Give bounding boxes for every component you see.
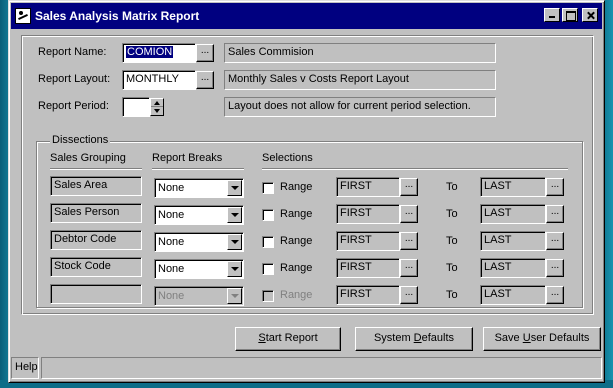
range-to-field-5[interactable]: LAST — [480, 285, 546, 305]
to-label-3: To — [446, 235, 458, 247]
grouping-field-4: Stock Code — [50, 257, 142, 277]
range-label-3: Range — [280, 235, 313, 247]
range-to-field-1[interactable]: LAST — [480, 177, 546, 197]
report-period-label: Report Period: — [38, 100, 109, 112]
selections-header: Selections — [262, 152, 313, 164]
to-label-2: To — [446, 208, 458, 220]
to-label-5: To — [446, 289, 458, 301]
report-break-select-3[interactable]: None — [154, 232, 244, 252]
range-to-field-3[interactable]: LAST — [480, 231, 546, 251]
title-bar[interactable]: Sales Analysis Matrix Report — [11, 3, 602, 29]
range-from-lookup-4[interactable]: ... — [400, 259, 418, 277]
start-report-hotkey: S — [258, 332, 266, 344]
report-break-value-3: None — [158, 236, 185, 248]
report-break-value-5: None — [158, 290, 185, 302]
report-break-select-2[interactable]: None — [154, 205, 244, 225]
report-break-value-2: None — [158, 209, 185, 221]
report-break-value-1: None — [158, 182, 185, 194]
report-period-input[interactable] — [122, 97, 150, 117]
report-break-select-5: None — [154, 286, 244, 306]
chevron-down-icon[interactable] — [227, 180, 242, 196]
report-window: Sales Analysis Matrix Report Report Name… — [8, 0, 605, 383]
range-from-field-4[interactable]: FIRST — [336, 258, 400, 278]
minimize-button[interactable] — [544, 8, 560, 22]
save-user-defaults-text-pre: Save — [494, 332, 523, 344]
status-help: Help — [11, 357, 39, 379]
grouping-field-1: Sales Area — [50, 176, 142, 196]
range-to-lookup-4[interactable]: ... — [546, 259, 564, 277]
range-to-lookup-3[interactable]: ... — [546, 232, 564, 250]
range-checkbox-4[interactable] — [262, 263, 274, 275]
system-defaults-text-post: efaults — [421, 332, 455, 344]
report-break-select-1[interactable]: None — [154, 178, 244, 198]
report-layout-label: Report Layout: — [38, 73, 111, 85]
report-name-label: Report Name: — [38, 46, 107, 58]
app-runner-icon[interactable] — [15, 8, 31, 24]
save-user-defaults-hotkey: U — [522, 332, 531, 344]
selections-header-rule — [262, 168, 568, 170]
status-message — [41, 357, 602, 379]
report-name-description: Sales Commision — [224, 43, 496, 63]
range-label-1: Range — [280, 181, 313, 193]
chevron-down-icon[interactable] — [227, 261, 242, 277]
range-from-field-5[interactable]: FIRST — [336, 285, 400, 305]
chevron-down-icon[interactable] — [227, 207, 242, 223]
dissections-title: Dissections — [50, 134, 111, 146]
range-to-field-4[interactable]: LAST — [480, 258, 546, 278]
range-label-4: Range — [280, 262, 313, 274]
chevron-down-icon[interactable] — [227, 234, 242, 250]
range-from-field-2[interactable]: FIRST — [336, 204, 400, 224]
chevron-down-icon — [227, 288, 242, 304]
range-checkbox-5 — [262, 290, 274, 302]
range-to-lookup-5[interactable]: ... — [546, 286, 564, 304]
range-from-field-3[interactable]: FIRST — [336, 231, 400, 251]
close-button[interactable] — [582, 8, 598, 22]
report-name-input[interactable]: COMION — [122, 43, 196, 63]
grouping-header-rule — [50, 168, 142, 170]
maximize-button[interactable] — [562, 8, 578, 22]
range-to-lookup-1[interactable]: ... — [546, 178, 564, 196]
save-user-defaults-button[interactable]: Save User Defaults — [483, 327, 601, 351]
main-panel: Report Name: COMION ... Sales Commision … — [21, 35, 594, 315]
start-report-button[interactable]: Start Report — [235, 327, 341, 351]
range-from-field-1[interactable]: FIRST — [336, 177, 400, 197]
status-bar: Help — [11, 357, 602, 379]
grouping-field-3: Debtor Code — [50, 230, 142, 250]
report-layout-description: Monthly Sales v Costs Report Layout — [224, 70, 496, 90]
report-name-value: COMION — [126, 46, 174, 58]
range-from-lookup-3[interactable]: ... — [400, 232, 418, 250]
breaks-header-rule — [152, 168, 244, 170]
system-defaults-button[interactable]: System Defaults — [355, 327, 473, 351]
grouping-field-5 — [50, 284, 142, 304]
range-checkbox-3[interactable] — [262, 236, 274, 248]
range-to-lookup-2[interactable]: ... — [546, 205, 564, 223]
report-break-value-4: None — [158, 263, 185, 275]
system-defaults-text-pre: System — [373, 332, 414, 344]
report-name-lookup-button[interactable]: ... — [196, 44, 214, 62]
window-title: Sales Analysis Matrix Report — [35, 9, 200, 23]
report-breaks-header: Report Breaks — [152, 152, 223, 164]
range-label-2: Range — [280, 208, 313, 220]
to-label-1: To — [446, 181, 458, 193]
range-label-5: Range — [280, 289, 313, 301]
report-layout-input[interactable]: MONTHLY — [122, 70, 196, 90]
range-from-lookup-1[interactable]: ... — [400, 178, 418, 196]
grouping-field-2: Sales Person — [50, 203, 142, 223]
to-label-4: To — [446, 262, 458, 274]
dissections-group — [36, 141, 583, 308]
sales-grouping-header: Sales Grouping — [50, 152, 126, 164]
range-from-lookup-2[interactable]: ... — [400, 205, 418, 223]
report-break-select-4[interactable]: None — [154, 259, 244, 279]
range-from-lookup-5[interactable]: ... — [400, 286, 418, 304]
start-report-text-post: tart Report — [265, 332, 318, 344]
report-layout-lookup-button[interactable]: ... — [196, 71, 214, 89]
system-defaults-hotkey: D — [413, 332, 422, 344]
save-user-defaults-text-post: ser Defaults — [530, 332, 590, 344]
report-period-message: Layout does not allow for current period… — [224, 97, 496, 117]
range-checkbox-2[interactable] — [262, 209, 274, 221]
range-checkbox-1[interactable] — [262, 182, 274, 194]
range-to-field-2[interactable]: LAST — [480, 204, 546, 224]
report-period-spinner[interactable] — [150, 98, 164, 116]
